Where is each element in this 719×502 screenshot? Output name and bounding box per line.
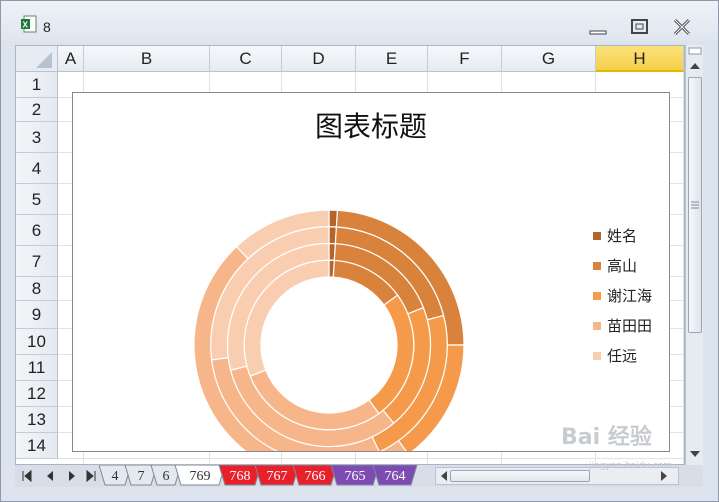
column-header-b[interactable]: B xyxy=(84,46,210,72)
column-header-e[interactable]: E xyxy=(356,46,428,72)
legend-label: 姓名 xyxy=(607,227,638,245)
sheet-tab-label: 764 xyxy=(385,469,406,484)
row-header-8[interactable]: 8 xyxy=(16,277,58,301)
legend-label: 谢江海 xyxy=(607,287,653,305)
scroll-up-icon[interactable] xyxy=(687,59,703,73)
column-header-h[interactable]: H xyxy=(596,46,684,72)
vertical-scrollbar[interactable] xyxy=(685,45,703,465)
sheet-tab-765[interactable]: 765 xyxy=(330,465,380,486)
row-header-4[interactable]: 4 xyxy=(16,153,58,184)
sheet-tab-767[interactable]: 767 xyxy=(254,465,300,486)
close-icon xyxy=(673,18,691,36)
sheet-tab-label: 769 xyxy=(190,469,211,484)
restore-icon xyxy=(631,19,648,34)
select-all-corner[interactable] xyxy=(16,46,58,72)
sheet-tab-764[interactable]: 764 xyxy=(372,465,418,486)
vertical-scroll-thumb[interactable] xyxy=(688,77,702,333)
minimize-icon xyxy=(589,30,607,35)
row-header-9[interactable]: 9 xyxy=(16,301,58,329)
column-header-g[interactable]: G xyxy=(502,46,596,72)
row-header-11[interactable]: 11 xyxy=(16,355,58,381)
legend-swatch xyxy=(593,322,601,330)
sheet-tab-label: 766 xyxy=(305,469,326,484)
sheet-tab-label: 768 xyxy=(230,469,251,484)
row-header-14[interactable]: 14 xyxy=(16,433,58,459)
column-header-a[interactable]: A xyxy=(58,46,84,72)
svg-text:X: X xyxy=(23,21,29,30)
sheet-tab-769[interactable]: 769 xyxy=(174,465,226,486)
row-header-3[interactable]: 3 xyxy=(16,122,58,153)
tab-navigation-icons[interactable] xyxy=(17,466,101,486)
excel-window: X 8 ABCDEFGH 1 2 3 4 5 6 7 8 9 10 11 12 13 14 图表标题 姓名… xyxy=(0,0,719,502)
gridline xyxy=(683,72,684,464)
sheet-tab-label: 6 xyxy=(163,469,170,484)
row-header-6[interactable]: 6 xyxy=(16,215,58,246)
doughnut-chart[interactable] xyxy=(73,93,669,451)
corner-triangle-icon xyxy=(36,52,52,68)
minimize-button[interactable] xyxy=(587,17,609,37)
close-button[interactable] xyxy=(671,17,693,37)
excel-icon: X xyxy=(21,15,37,33)
legend-label: 任远 xyxy=(607,347,638,365)
column-header-d[interactable]: D xyxy=(282,46,356,72)
split-handle-icon[interactable] xyxy=(687,46,703,60)
watermark-sub: jingyan.baidu.com xyxy=(589,461,673,471)
legend-swatch xyxy=(593,292,601,300)
column-header-c[interactable]: C xyxy=(210,46,282,72)
sheet-tabs[interactable]: 4 7 6 769 768 767 766 765 764 xyxy=(99,465,444,487)
row-header-7[interactable]: 7 xyxy=(16,246,58,277)
legend-swatch xyxy=(593,232,601,240)
title-bar: X 8 xyxy=(1,1,718,41)
spreadsheet-grid[interactable]: ABCDEFGH 1 2 3 4 5 6 7 8 9 10 11 12 13 14 图表标题 姓名 高山 谢江… xyxy=(15,45,685,465)
gridline xyxy=(58,458,684,459)
sheet-tab-label: 765 xyxy=(345,469,366,484)
sheet-tab-766[interactable]: 766 xyxy=(292,465,338,486)
legend-swatch xyxy=(593,352,601,360)
grip-icon xyxy=(691,201,699,209)
row-header-10[interactable]: 10 xyxy=(16,329,58,355)
row-header-5[interactable]: 5 xyxy=(16,184,58,215)
restore-button[interactable] xyxy=(629,17,651,37)
sheet-tab-768[interactable]: 768 xyxy=(218,465,262,486)
row-header-12[interactable]: 12 xyxy=(16,381,58,407)
sheet-tab-label: 4 xyxy=(112,469,119,484)
legend-label: 高山 xyxy=(607,257,638,275)
horizontal-scroll-thumb[interactable] xyxy=(450,470,590,482)
scroll-down-icon[interactable] xyxy=(687,447,703,461)
window-title: 8 xyxy=(43,19,51,35)
scroll-left-icon[interactable] xyxy=(438,468,450,484)
row-header-2[interactable]: 2 xyxy=(16,98,58,122)
sheet-tab-label: 7 xyxy=(138,469,145,484)
legend-swatch xyxy=(593,262,601,270)
row-header-13[interactable]: 13 xyxy=(16,407,58,433)
row-header-1[interactable]: 1 xyxy=(16,72,58,98)
sheet-tab-label: 767 xyxy=(267,469,288,484)
chart-area[interactable]: 图表标题 姓名 高山 谢江海 苗田田 任远 xyxy=(72,92,670,452)
legend-label: 苗田田 xyxy=(607,317,653,335)
watermark: Bai 经验 xyxy=(561,425,652,450)
column-header-f[interactable]: F xyxy=(428,46,502,72)
